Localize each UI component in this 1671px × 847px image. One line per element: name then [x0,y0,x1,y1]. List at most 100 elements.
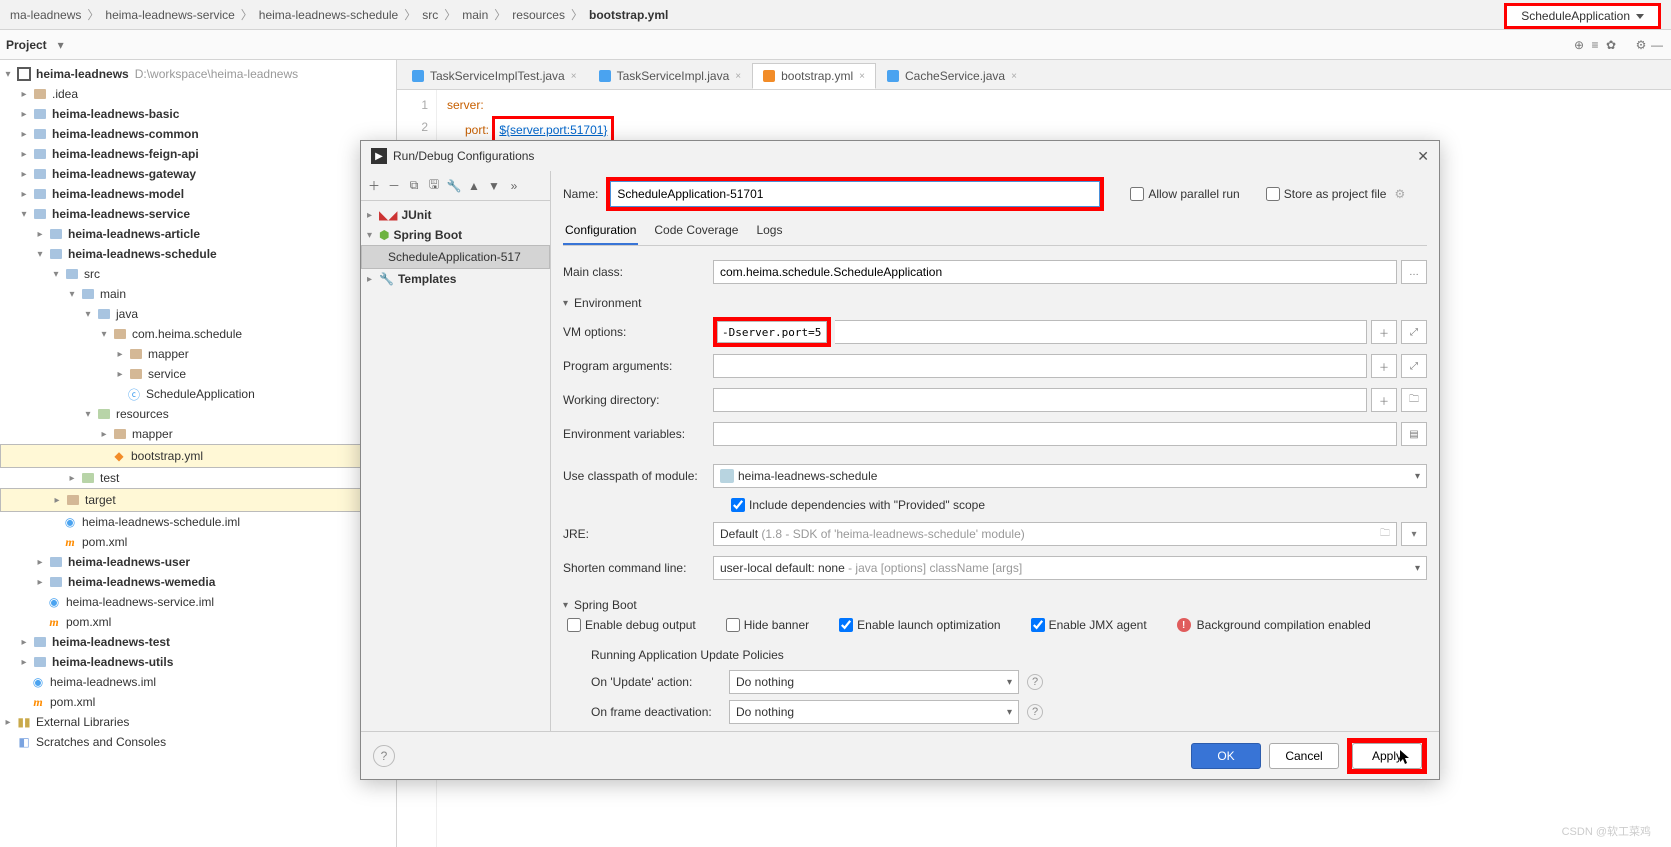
environment-section[interactable]: ▾Environment [563,296,1427,310]
vm-options-input[interactable] [717,321,827,343]
shorten-select[interactable]: user-local default: none - java [options… [713,556,1427,580]
more-icon[interactable]: » [507,179,521,193]
tree-item[interactable]: ▸.idea [0,84,396,104]
vm-options-rest[interactable] [835,320,1367,344]
close-button[interactable]: ✕ [1417,148,1429,165]
jre-select[interactable]: Default (1.8 - SDK of 'heima-leadnews-sc… [713,522,1397,546]
crumb[interactable]: heima-leadnews-schedule [255,8,402,22]
dialog-titlebar[interactable]: ▶ Run/Debug Configurations ✕ [361,141,1439,171]
tree-item[interactable]: ▾com.heima.schedule [0,324,396,344]
close-icon[interactable]: × [735,71,741,82]
down-icon[interactable]: ▼ [487,179,501,193]
editor-tab-active[interactable]: bootstrap.yml× [752,63,876,89]
expand-icon[interactable]: ≡ [1587,37,1603,53]
crumb[interactable]: resources [508,8,569,22]
project-tool-label[interactable]: Project [6,38,47,52]
on-update-select[interactable]: Do nothing▾ [729,670,1019,694]
config-category[interactable]: ▸◣◢JUnit [361,205,550,225]
remove-icon[interactable]: － [387,179,401,193]
crumb[interactable]: main [458,8,492,22]
ok-button[interactable]: OK [1191,743,1261,769]
env-vars-input[interactable] [713,422,1397,446]
close-icon[interactable]: × [1011,71,1017,82]
tree-item[interactable]: ⓒScheduleApplication [0,384,396,404]
chevron-down-icon[interactable]: ▾ [53,37,69,53]
tree-item[interactable]: ▾main [0,284,396,304]
tree-item[interactable]: ▾java [0,304,396,324]
help-icon[interactable]: ? [1027,704,1043,720]
editor-icon[interactable]: ⤢ [1401,320,1427,344]
tree-item[interactable]: ▾resources [0,404,396,424]
tree-item[interactable]: ◉heima-leadnews.iml [0,672,396,692]
save-icon[interactable]: 🖫 [427,179,441,193]
spring-boot-section[interactable]: ▾Spring Boot [563,598,1427,612]
classpath-select[interactable]: heima-leadnews-schedule▾ [713,464,1427,488]
tree-item-selected[interactable]: ◆bootstrap.yml [0,444,396,468]
config-tree[interactable]: ▸◣◢JUnit ▾⬢Spring Boot ScheduleApplicati… [361,201,550,731]
tree-item[interactable]: ◉heima-leadnews-schedule.iml [0,512,396,532]
tree-item[interactable]: ▾heima-leadnews-schedule [0,244,396,264]
expand-icon[interactable]: ＋ [1371,388,1397,412]
config-name-input[interactable] [610,181,1100,207]
allow-parallel-checkbox[interactable]: Allow parallel run [1130,187,1239,201]
tree-item[interactable]: ▸mapper [0,424,396,444]
tree-item[interactable]: ▸heima-leadnews-wemedia [0,572,396,592]
include-provided-checkbox[interactable]: Include dependencies with "Provided" sco… [731,498,985,512]
help-icon[interactable]: ? [1027,674,1043,690]
enable-jmx-checkbox[interactable]: Enable JMX agent [1031,618,1147,632]
hide-banner-checkbox[interactable]: Hide banner [726,618,809,632]
config-item-selected[interactable]: ScheduleApplication-517 [361,245,550,269]
expand-icon[interactable]: ＋ [1371,354,1397,378]
tree-item[interactable]: mpom.xml [0,692,396,712]
tree-item[interactable]: ▸heima-leadnews-gateway [0,164,396,184]
enable-debug-checkbox[interactable]: Enable debug output [567,618,696,632]
tree-item[interactable]: ▾src [0,264,396,284]
tree-item[interactable]: ▸mapper [0,344,396,364]
up-icon[interactable]: ▲ [467,179,481,193]
project-tree[interactable]: ▾heima-leadnewsD:\workspace\heima-leadne… [0,60,397,847]
tree-item[interactable]: mpom.xml [0,612,396,632]
editor-icon[interactable]: ⤢ [1401,354,1427,378]
tree-item[interactable]: ▸▮▮External Libraries [0,712,396,732]
tree-item[interactable]: ◉heima-leadnews-service.iml [0,592,396,612]
tree-item[interactable]: ▸heima-leadnews-feign-api [0,144,396,164]
editor-tab[interactable]: TaskServiceImpl.java× [588,63,753,89]
editor-tab[interactable]: TaskServiceImplTest.java× [401,63,588,89]
tree-item[interactable]: ▸test [0,468,396,488]
gear-icon[interactable]: ⚙ [1633,37,1649,53]
crumb[interactable]: src [418,8,442,22]
tree-item[interactable]: ▸heima-leadnews-utils [0,652,396,672]
collapse-icon[interactable]: ✿ [1603,37,1619,53]
crumb[interactable]: ma-leadnews [6,8,85,22]
run-config-selector[interactable]: ScheduleApplication [1504,3,1661,29]
list-icon[interactable]: ▤ [1401,422,1427,446]
target-icon[interactable]: ⊕ [1571,37,1587,53]
config-category[interactable]: ▸🔧Templates [361,269,550,289]
on-frame-select[interactable]: Do nothing▾ [729,700,1019,724]
tree-item[interactable]: ▸heima-leadnews-user [0,552,396,572]
tree-root[interactable]: ▾heima-leadnewsD:\workspace\heima-leadne… [0,64,396,84]
close-icon[interactable]: × [859,71,865,82]
store-project-checkbox[interactable]: Store as project file [1266,187,1387,201]
tree-item[interactable]: mpom.xml [0,532,396,552]
add-icon[interactable]: ＋ [367,179,381,193]
tree-item[interactable]: ▸heima-leadnews-model [0,184,396,204]
tab-configuration[interactable]: Configuration [563,217,638,245]
config-category[interactable]: ▾⬢Spring Boot [361,225,550,245]
chevron-down-icon[interactable]: ▾ [1401,522,1427,546]
expand-icon[interactable]: ＋ [1371,320,1397,344]
cancel-button[interactable]: Cancel [1269,743,1339,769]
tree-item[interactable]: ▸target [0,488,396,512]
tab-logs[interactable]: Logs [754,217,784,245]
close-icon[interactable]: × [571,71,577,82]
working-dir-input[interactable] [713,388,1367,412]
tab-code-coverage[interactable]: Code Coverage [652,217,740,245]
browse-button[interactable]: … [1401,260,1427,284]
hide-icon[interactable]: — [1649,37,1665,53]
main-class-input[interactable] [713,260,1397,284]
help-button[interactable]: ? [373,745,395,767]
tree-item[interactable]: ▸heima-leadnews-basic [0,104,396,124]
tree-item[interactable]: ▸heima-leadnews-test [0,632,396,652]
apply-button[interactable]: Apply [1352,743,1422,769]
enable-launch-checkbox[interactable]: Enable launch optimization [839,618,1000,632]
